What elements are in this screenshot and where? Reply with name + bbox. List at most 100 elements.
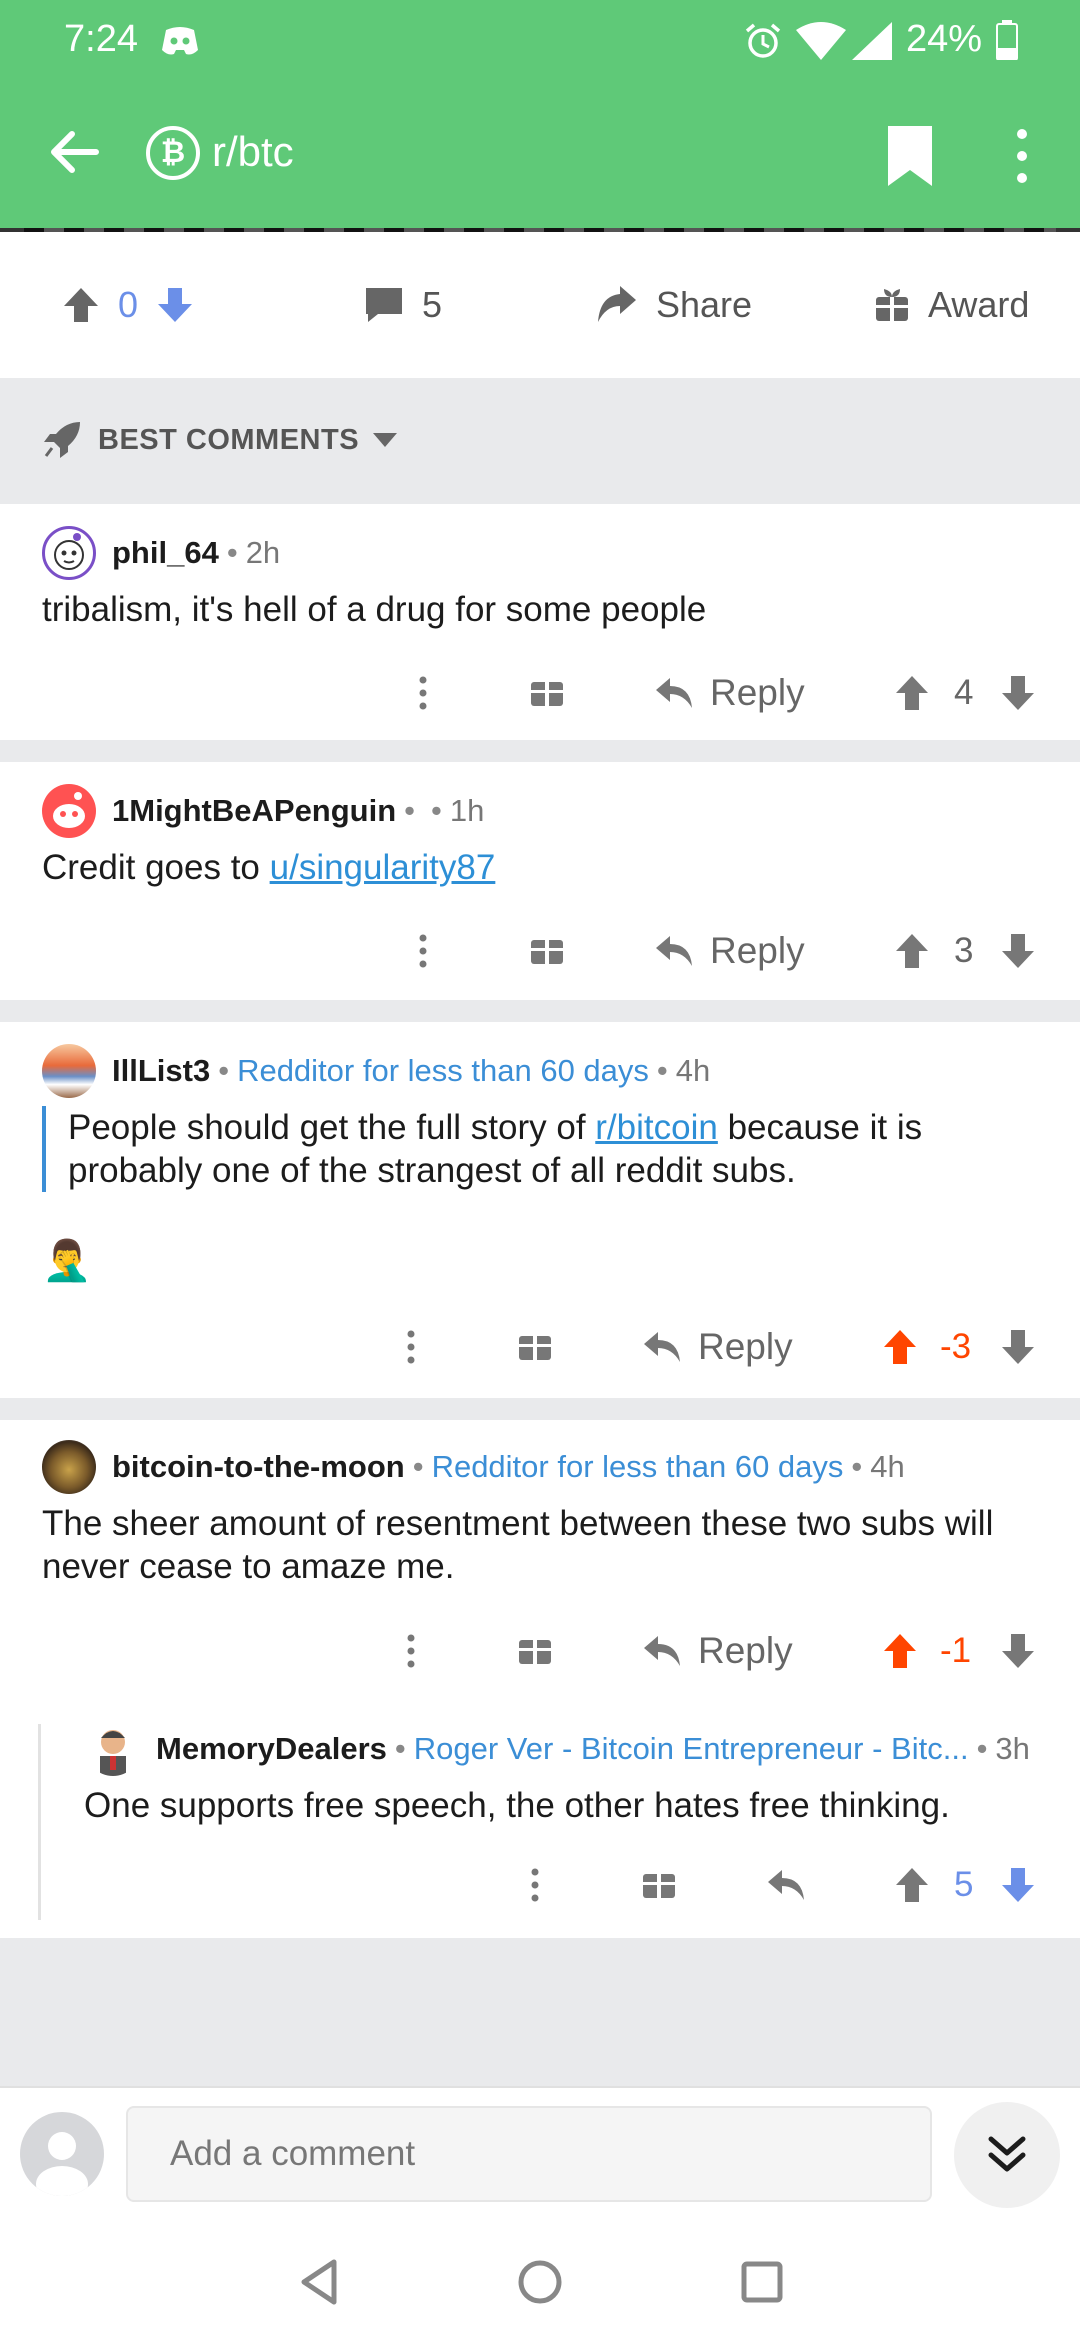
- reply-button[interactable]: Reply: [654, 658, 805, 728]
- more-vert-icon[interactable]: [408, 658, 438, 728]
- subreddit-link[interactable]: r/bitcoin: [595, 1108, 718, 1147]
- back-arrow-icon[interactable]: [44, 122, 104, 182]
- gift-icon[interactable]: [518, 1616, 552, 1686]
- more-vert-icon[interactable]: [396, 1616, 426, 1686]
- separator-dot: •: [404, 793, 416, 828]
- wifi-icon: [796, 22, 846, 60]
- jump-next-button[interactable]: [954, 2102, 1060, 2208]
- quote-text: People should get the full story of: [68, 1108, 596, 1147]
- reply-button[interactable]: Reply: [642, 1312, 793, 1382]
- body-text: Credit goes to: [42, 848, 270, 887]
- upvote-icon[interactable]: [882, 1616, 918, 1686]
- nav-recents-icon[interactable]: [732, 2252, 792, 2312]
- upvote-icon[interactable]: [894, 658, 930, 728]
- comments-button[interactable]: 5: [364, 232, 442, 378]
- downvote-icon[interactable]: [1000, 1616, 1036, 1686]
- nav-home-icon[interactable]: [510, 2252, 570, 2312]
- subreddit-name[interactable]: r/btc: [212, 128, 294, 176]
- more-vert-icon[interactable]: [1006, 128, 1038, 184]
- post-vote-group: 0: [62, 232, 212, 378]
- sort-label: BEST COMMENTS: [98, 423, 360, 456]
- bookmark-icon[interactable]: [884, 126, 936, 186]
- gift-icon[interactable]: [530, 916, 564, 986]
- comment-time: 4h: [675, 1053, 711, 1088]
- user-avatar[interactable]: [20, 2112, 104, 2196]
- nav-back-icon[interactable]: [290, 2252, 350, 2312]
- comment-card: IllList3 • Redditor for less than 60 day…: [0, 1022, 1080, 1398]
- rocket-icon: [44, 422, 80, 458]
- award-button[interactable]: Award: [874, 232, 1029, 378]
- comment-header: MemoryDealers • Roger Ver - Bitcoin Entr…: [86, 1722, 1030, 1776]
- user-link[interactable]: u/singularity87: [270, 848, 496, 887]
- avatar[interactable]: [42, 526, 96, 580]
- user-flair: Redditor for less than 60 days: [431, 1449, 844, 1484]
- downvote-icon[interactable]: [1000, 916, 1036, 986]
- downvote-icon[interactable]: [1000, 658, 1036, 728]
- comment-score: 5: [954, 1865, 974, 1904]
- comment-header: 1MightBeAPenguin • • 1h: [42, 784, 484, 838]
- more-vert-icon[interactable]: [520, 1850, 550, 1920]
- gift-icon[interactable]: [518, 1312, 552, 1382]
- upvote-icon[interactable]: [62, 286, 100, 324]
- share-button[interactable]: Share: [596, 232, 752, 378]
- reply-icon: [656, 936, 692, 966]
- quote-block: People should get the full story of r/bi…: [42, 1106, 1054, 1192]
- username[interactable]: bitcoin-to-the-moon: [112, 1449, 405, 1485]
- post-action-bar: 0 5 Share Award: [0, 232, 1080, 378]
- comment-header: IllList3 • Redditor for less than 60 day…: [42, 1044, 710, 1098]
- comment-composer-bar: Add a comment: [0, 2086, 1080, 2222]
- avatar[interactable]: [86, 1722, 140, 1776]
- comment-body: One supports free speech, the other hate…: [84, 1786, 950, 1825]
- reply-label: Reply: [698, 1326, 793, 1367]
- comment-input[interactable]: Add a comment: [126, 2106, 932, 2202]
- comment-sort-selector[interactable]: BEST COMMENTS: [0, 378, 1080, 502]
- username[interactable]: 1MightBeAPenguin: [112, 793, 396, 829]
- battery-icon: [996, 20, 1018, 60]
- comment-body: tribalism, it's hell of a drug for some …: [42, 590, 707, 629]
- username[interactable]: MemoryDealers: [156, 1731, 387, 1767]
- reply-label: Reply: [710, 930, 805, 971]
- separator-dot: •: [412, 1449, 424, 1484]
- avatar[interactable]: [42, 1440, 96, 1494]
- separator-dot: •: [394, 1731, 406, 1766]
- username[interactable]: IllList3: [112, 1053, 210, 1089]
- comment-card: phil_64 • 2h tribalism, it's hell of a d…: [0, 504, 1080, 740]
- separator-dot: •: [226, 535, 238, 570]
- comment-time: 4h: [870, 1449, 905, 1484]
- comment-actions: Reply 4: [0, 658, 1080, 728]
- share-icon: [598, 286, 636, 322]
- reply-icon[interactable]: [766, 1850, 806, 1920]
- gift-icon[interactable]: [642, 1850, 676, 1920]
- status-time: 7:24: [64, 18, 138, 60]
- reply-icon: [644, 1636, 680, 1666]
- username[interactable]: phil_64: [112, 535, 219, 571]
- downvote-icon[interactable]: [1000, 1312, 1036, 1382]
- gift-icon[interactable]: [530, 658, 564, 728]
- status-bar: 7:24 24%: [0, 0, 1080, 80]
- subreddit-icon[interactable]: ₿: [146, 126, 200, 180]
- avatar[interactable]: [42, 1044, 96, 1098]
- avatar[interactable]: [42, 784, 96, 838]
- upvote-icon[interactable]: [882, 1312, 918, 1382]
- user-flair: Redditor for less than 60 days: [237, 1053, 649, 1088]
- gift-icon: [876, 289, 908, 321]
- upvote-icon[interactable]: [894, 1850, 930, 1920]
- comment-count: 5: [422, 284, 443, 325]
- emoji: 🤦‍♂️: [42, 1239, 92, 1283]
- reply-icon: [644, 1332, 680, 1362]
- reply-label: Reply: [698, 1630, 793, 1671]
- comment-score: -3: [940, 1327, 972, 1366]
- comment-score: -1: [940, 1631, 972, 1670]
- separator-dot: •: [851, 1449, 863, 1484]
- comment-actions: Reply -3: [0, 1312, 1080, 1382]
- downvote-icon[interactable]: [156, 286, 194, 324]
- more-vert-icon[interactable]: [408, 916, 438, 986]
- reply-button[interactable]: Reply: [642, 1616, 793, 1686]
- downvote-icon[interactable]: [1000, 1850, 1036, 1920]
- reply-button[interactable]: Reply: [654, 916, 805, 986]
- upvote-icon[interactable]: [894, 916, 930, 986]
- comment-actions: Reply 3: [0, 916, 1080, 986]
- more-vert-icon[interactable]: [396, 1312, 426, 1382]
- chevron-down-icon: [373, 433, 398, 447]
- alarm-icon: [745, 23, 781, 58]
